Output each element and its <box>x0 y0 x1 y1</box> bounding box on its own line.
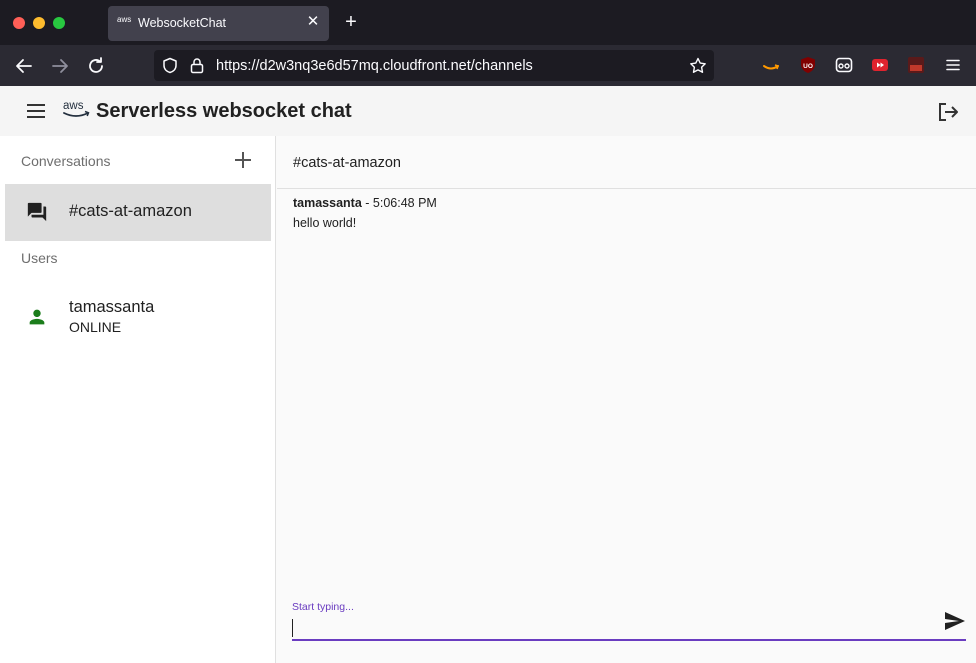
forward-arrow-icon[interactable] <box>49 55 71 77</box>
send-icon[interactable] <box>945 612 965 630</box>
lock-icon[interactable] <box>190 57 204 74</box>
aws-favicon-icon: aws <box>117 15 132 24</box>
channel-title: #cats-at-amazon <box>293 155 401 171</box>
add-conversation-icon[interactable] <box>233 150 253 170</box>
sidebar: Conversations #cats-at-amazon Users tama… <box>0 136 276 663</box>
svg-text:aws: aws <box>63 100 84 112</box>
svg-text:UO: UO <box>803 63 813 70</box>
window-minimize-button[interactable] <box>33 17 45 29</box>
cors-extension-icon[interactable] <box>907 56 925 74</box>
text-caret <box>292 619 293 637</box>
message-text: hello world! <box>293 216 357 230</box>
conversation-label: #cats-at-amazon <box>69 202 192 220</box>
ublock-origin-icon[interactable]: UO <box>799 56 817 74</box>
browser-tab[interactable]: aws WebsocketChat ✕ <box>108 6 329 41</box>
new-tab-icon[interactable]: + <box>341 12 361 32</box>
browser-nav-bar: https://d2w3nq3e6d57mq.cloudfront.net/ch… <box>0 45 976 86</box>
message-time: - 5:06:48 PM <box>361 196 437 210</box>
header-divider <box>277 188 976 189</box>
conversation-item-cats-at-amazon[interactable]: #cats-at-amazon <box>5 184 271 241</box>
url-bar[interactable]: https://d2w3nq3e6d57mq.cloudfront.net/ch… <box>154 50 714 81</box>
video-speed-extension-icon[interactable] <box>871 56 889 74</box>
shield-icon[interactable] <box>162 57 178 74</box>
back-arrow-icon[interactable] <box>13 55 35 77</box>
user-status: ONLINE <box>69 319 122 335</box>
chat-app: aws Serverless websocket chat Conversati… <box>0 86 976 663</box>
conversations-heading: Conversations <box>21 153 111 169</box>
aws-logo-icon: aws <box>63 100 90 117</box>
url-text[interactable]: https://d2w3nq3e6d57mq.cloudfront.net/ch… <box>216 58 533 74</box>
message-meta: tamassanta - 5:06:48 PM <box>293 196 437 210</box>
amazon-extension-icon[interactable] <box>762 56 780 74</box>
user-name: tamassanta <box>69 298 155 316</box>
forum-icon <box>27 202 47 222</box>
chat-panel: #cats-at-amazon tamassanta - 5:06:48 PM … <box>277 136 976 663</box>
app-title: Serverless websocket chat <box>96 100 352 122</box>
message-composer: Start typing... <box>292 596 966 643</box>
message-input[interactable] <box>292 616 966 641</box>
bookmark-star-icon[interactable] <box>689 57 707 74</box>
browser-menu-icon[interactable] <box>944 56 962 74</box>
person-icon <box>29 309 45 325</box>
window-close-button[interactable] <box>13 17 25 29</box>
cassette-extension-icon[interactable] <box>835 56 853 74</box>
reload-icon[interactable] <box>85 55 107 77</box>
app-bar: aws Serverless websocket chat <box>0 86 976 136</box>
tab-title: WebsocketChat <box>138 16 227 30</box>
browser-tab-bar: aws WebsocketChat ✕ + <box>0 0 976 45</box>
logout-icon[interactable] <box>936 100 960 124</box>
message-input-label: Start typing... <box>292 601 354 613</box>
user-item-tamassanta[interactable]: tamassanta ONLINE <box>5 294 271 344</box>
tab-close-icon[interactable]: ✕ <box>305 14 321 30</box>
message-author: tamassanta <box>293 196 362 210</box>
window-zoom-button[interactable] <box>53 17 65 29</box>
hamburger-menu-icon[interactable] <box>26 103 46 119</box>
users-heading: Users <box>21 250 58 266</box>
